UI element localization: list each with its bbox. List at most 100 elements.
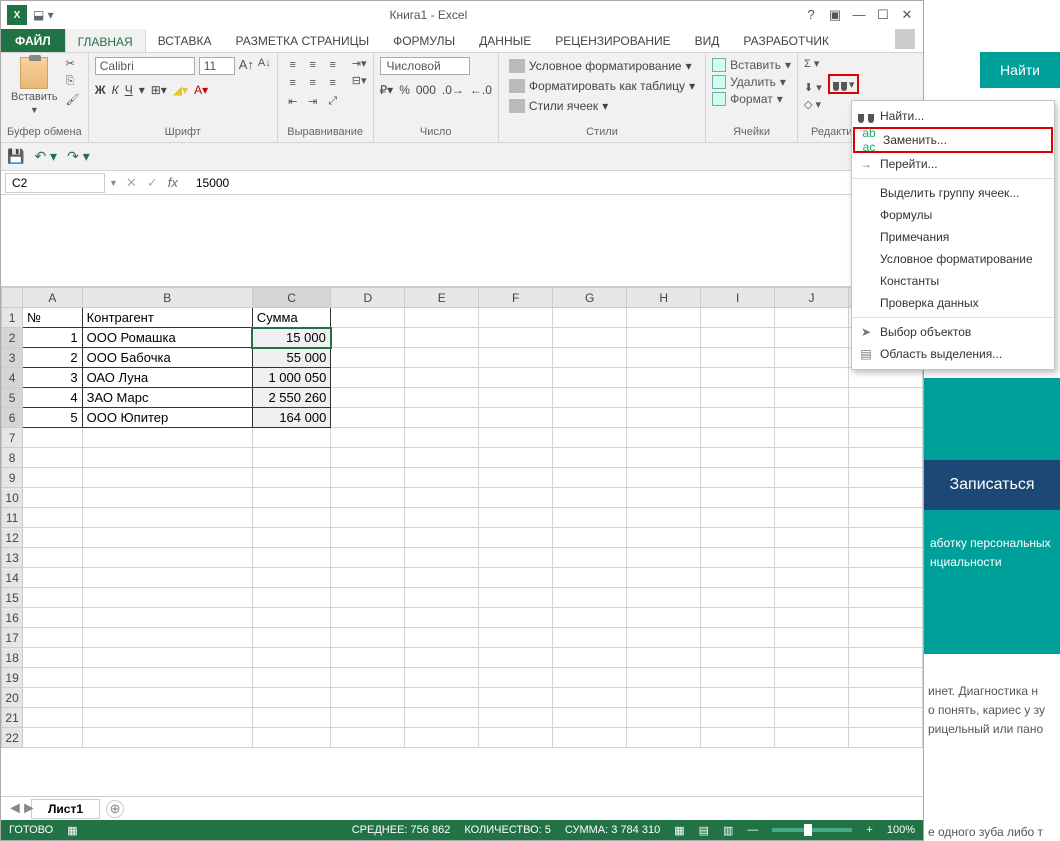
menu-cond-format[interactable]: Условное форматирование [852, 248, 1054, 270]
decrease-font-icon[interactable]: A↓ [258, 57, 271, 75]
minimize-icon[interactable]: — [851, 7, 867, 23]
cell-D18[interactable] [331, 648, 405, 668]
cell-F7[interactable] [479, 428, 553, 448]
cell-G7[interactable] [553, 428, 627, 448]
cell-I3[interactable] [701, 348, 775, 368]
font-size-select[interactable]: 11 [199, 57, 235, 75]
cell-E11[interactable] [405, 508, 479, 528]
cell-E7[interactable] [405, 428, 479, 448]
cell-K18[interactable] [848, 648, 922, 668]
cell-C17[interactable] [252, 628, 330, 648]
col-header-A[interactable]: A [23, 288, 82, 308]
cell-F21[interactable] [479, 708, 553, 728]
format-as-table-button[interactable]: Форматировать как таблицу ▾ [505, 77, 699, 95]
cell-G11[interactable] [553, 508, 627, 528]
cell-E20[interactable] [405, 688, 479, 708]
menu-comments[interactable]: Примечания [852, 226, 1054, 248]
cell-E10[interactable] [405, 488, 479, 508]
col-header-H[interactable]: H [627, 288, 701, 308]
cell-K14[interactable] [848, 568, 922, 588]
row-header-8[interactable]: 8 [2, 448, 23, 468]
cell-A6[interactable]: 5 [23, 408, 82, 428]
cell-E3[interactable] [405, 348, 479, 368]
cell-D4[interactable] [331, 368, 405, 388]
cell-I13[interactable] [701, 548, 775, 568]
cell-J22[interactable] [775, 728, 849, 748]
cell-B14[interactable] [82, 568, 252, 588]
cell-E21[interactable] [405, 708, 479, 728]
cell-J9[interactable] [775, 468, 849, 488]
cell-E14[interactable] [405, 568, 479, 588]
menu-constants[interactable]: Константы [852, 270, 1054, 292]
cell-F2[interactable] [479, 328, 553, 348]
cell-G6[interactable] [553, 408, 627, 428]
row-header-15[interactable]: 15 [2, 588, 23, 608]
row-header-7[interactable]: 7 [2, 428, 23, 448]
cell-C12[interactable] [252, 528, 330, 548]
cell-D21[interactable] [331, 708, 405, 728]
menu-find[interactable]: Найти... [852, 105, 1054, 127]
cell-J18[interactable] [775, 648, 849, 668]
cell-H8[interactable] [627, 448, 701, 468]
align-bottom-icon[interactable]: ≡ [324, 57, 342, 73]
cell-C1[interactable]: Сумма [252, 308, 330, 328]
cell-G16[interactable] [553, 608, 627, 628]
cell-G12[interactable] [553, 528, 627, 548]
cell-E1[interactable] [405, 308, 479, 328]
cell-H3[interactable] [627, 348, 701, 368]
menu-select-objects[interactable]: ➤Выбор объектов [852, 321, 1054, 343]
cell-K6[interactable] [848, 408, 922, 428]
undo-icon[interactable]: ↶ ▾ [34, 148, 57, 165]
cell-E17[interactable] [405, 628, 479, 648]
cell-D19[interactable] [331, 668, 405, 688]
cell-G1[interactable] [553, 308, 627, 328]
cell-J19[interactable] [775, 668, 849, 688]
menu-validation[interactable]: Проверка данных [852, 292, 1054, 314]
format-cells-button[interactable]: Формат ▾ [712, 91, 783, 107]
align-right-icon[interactable]: ≡ [324, 75, 342, 91]
number-format-select[interactable]: Числовой [380, 57, 470, 75]
cell-E4[interactable] [405, 368, 479, 388]
cell-D16[interactable] [331, 608, 405, 628]
macro-record-icon[interactable]: ▦ [67, 824, 77, 837]
cell-A2[interactable]: 1 [23, 328, 82, 348]
redo-icon[interactable]: ↷ ▾ [67, 148, 90, 165]
cell-G5[interactable] [553, 388, 627, 408]
cell-D9[interactable] [331, 468, 405, 488]
cell-A14[interactable] [23, 568, 82, 588]
cell-J16[interactable] [775, 608, 849, 628]
format-painter-icon[interactable]: 🖌 [66, 93, 82, 107]
cell-A10[interactable] [23, 488, 82, 508]
cell-F11[interactable] [479, 508, 553, 528]
col-header-G[interactable]: G [553, 288, 627, 308]
fill-icon[interactable]: ⬇ ▾ [804, 82, 822, 94]
cell-F16[interactable] [479, 608, 553, 628]
cell-K5[interactable] [848, 388, 922, 408]
cell-A12[interactable] [23, 528, 82, 548]
cell-I10[interactable] [701, 488, 775, 508]
merge-button[interactable]: ⊟▾ [352, 74, 367, 87]
new-sheet-button[interactable]: ⊕ [106, 800, 124, 818]
tab-file[interactable]: ФАЙЛ [1, 29, 65, 52]
cell-G13[interactable] [553, 548, 627, 568]
cell-B8[interactable] [82, 448, 252, 468]
font-name-select[interactable]: Calibri [95, 57, 195, 75]
cell-H10[interactable] [627, 488, 701, 508]
cell-D3[interactable] [331, 348, 405, 368]
decrease-decimal-icon[interactable]: ←.0 [470, 83, 492, 97]
cell-H11[interactable] [627, 508, 701, 528]
cell-J3[interactable] [775, 348, 849, 368]
insert-cells-button[interactable]: Вставить ▾ [712, 57, 791, 73]
cell-F3[interactable] [479, 348, 553, 368]
copy-icon[interactable]: ⎘ [66, 75, 82, 89]
cell-J6[interactable] [775, 408, 849, 428]
paste-button[interactable]: Вставить ▼ [7, 57, 62, 115]
cell-H20[interactable] [627, 688, 701, 708]
cell-K12[interactable] [848, 528, 922, 548]
cell-styles-button[interactable]: Стили ячеек ▾ [505, 97, 612, 115]
col-header-I[interactable]: I [701, 288, 775, 308]
row-header-6[interactable]: 6 [2, 408, 23, 428]
name-box[interactable]: C2 [5, 173, 105, 193]
cell-C4[interactable]: 1 000 050 [252, 368, 330, 388]
cell-D17[interactable] [331, 628, 405, 648]
